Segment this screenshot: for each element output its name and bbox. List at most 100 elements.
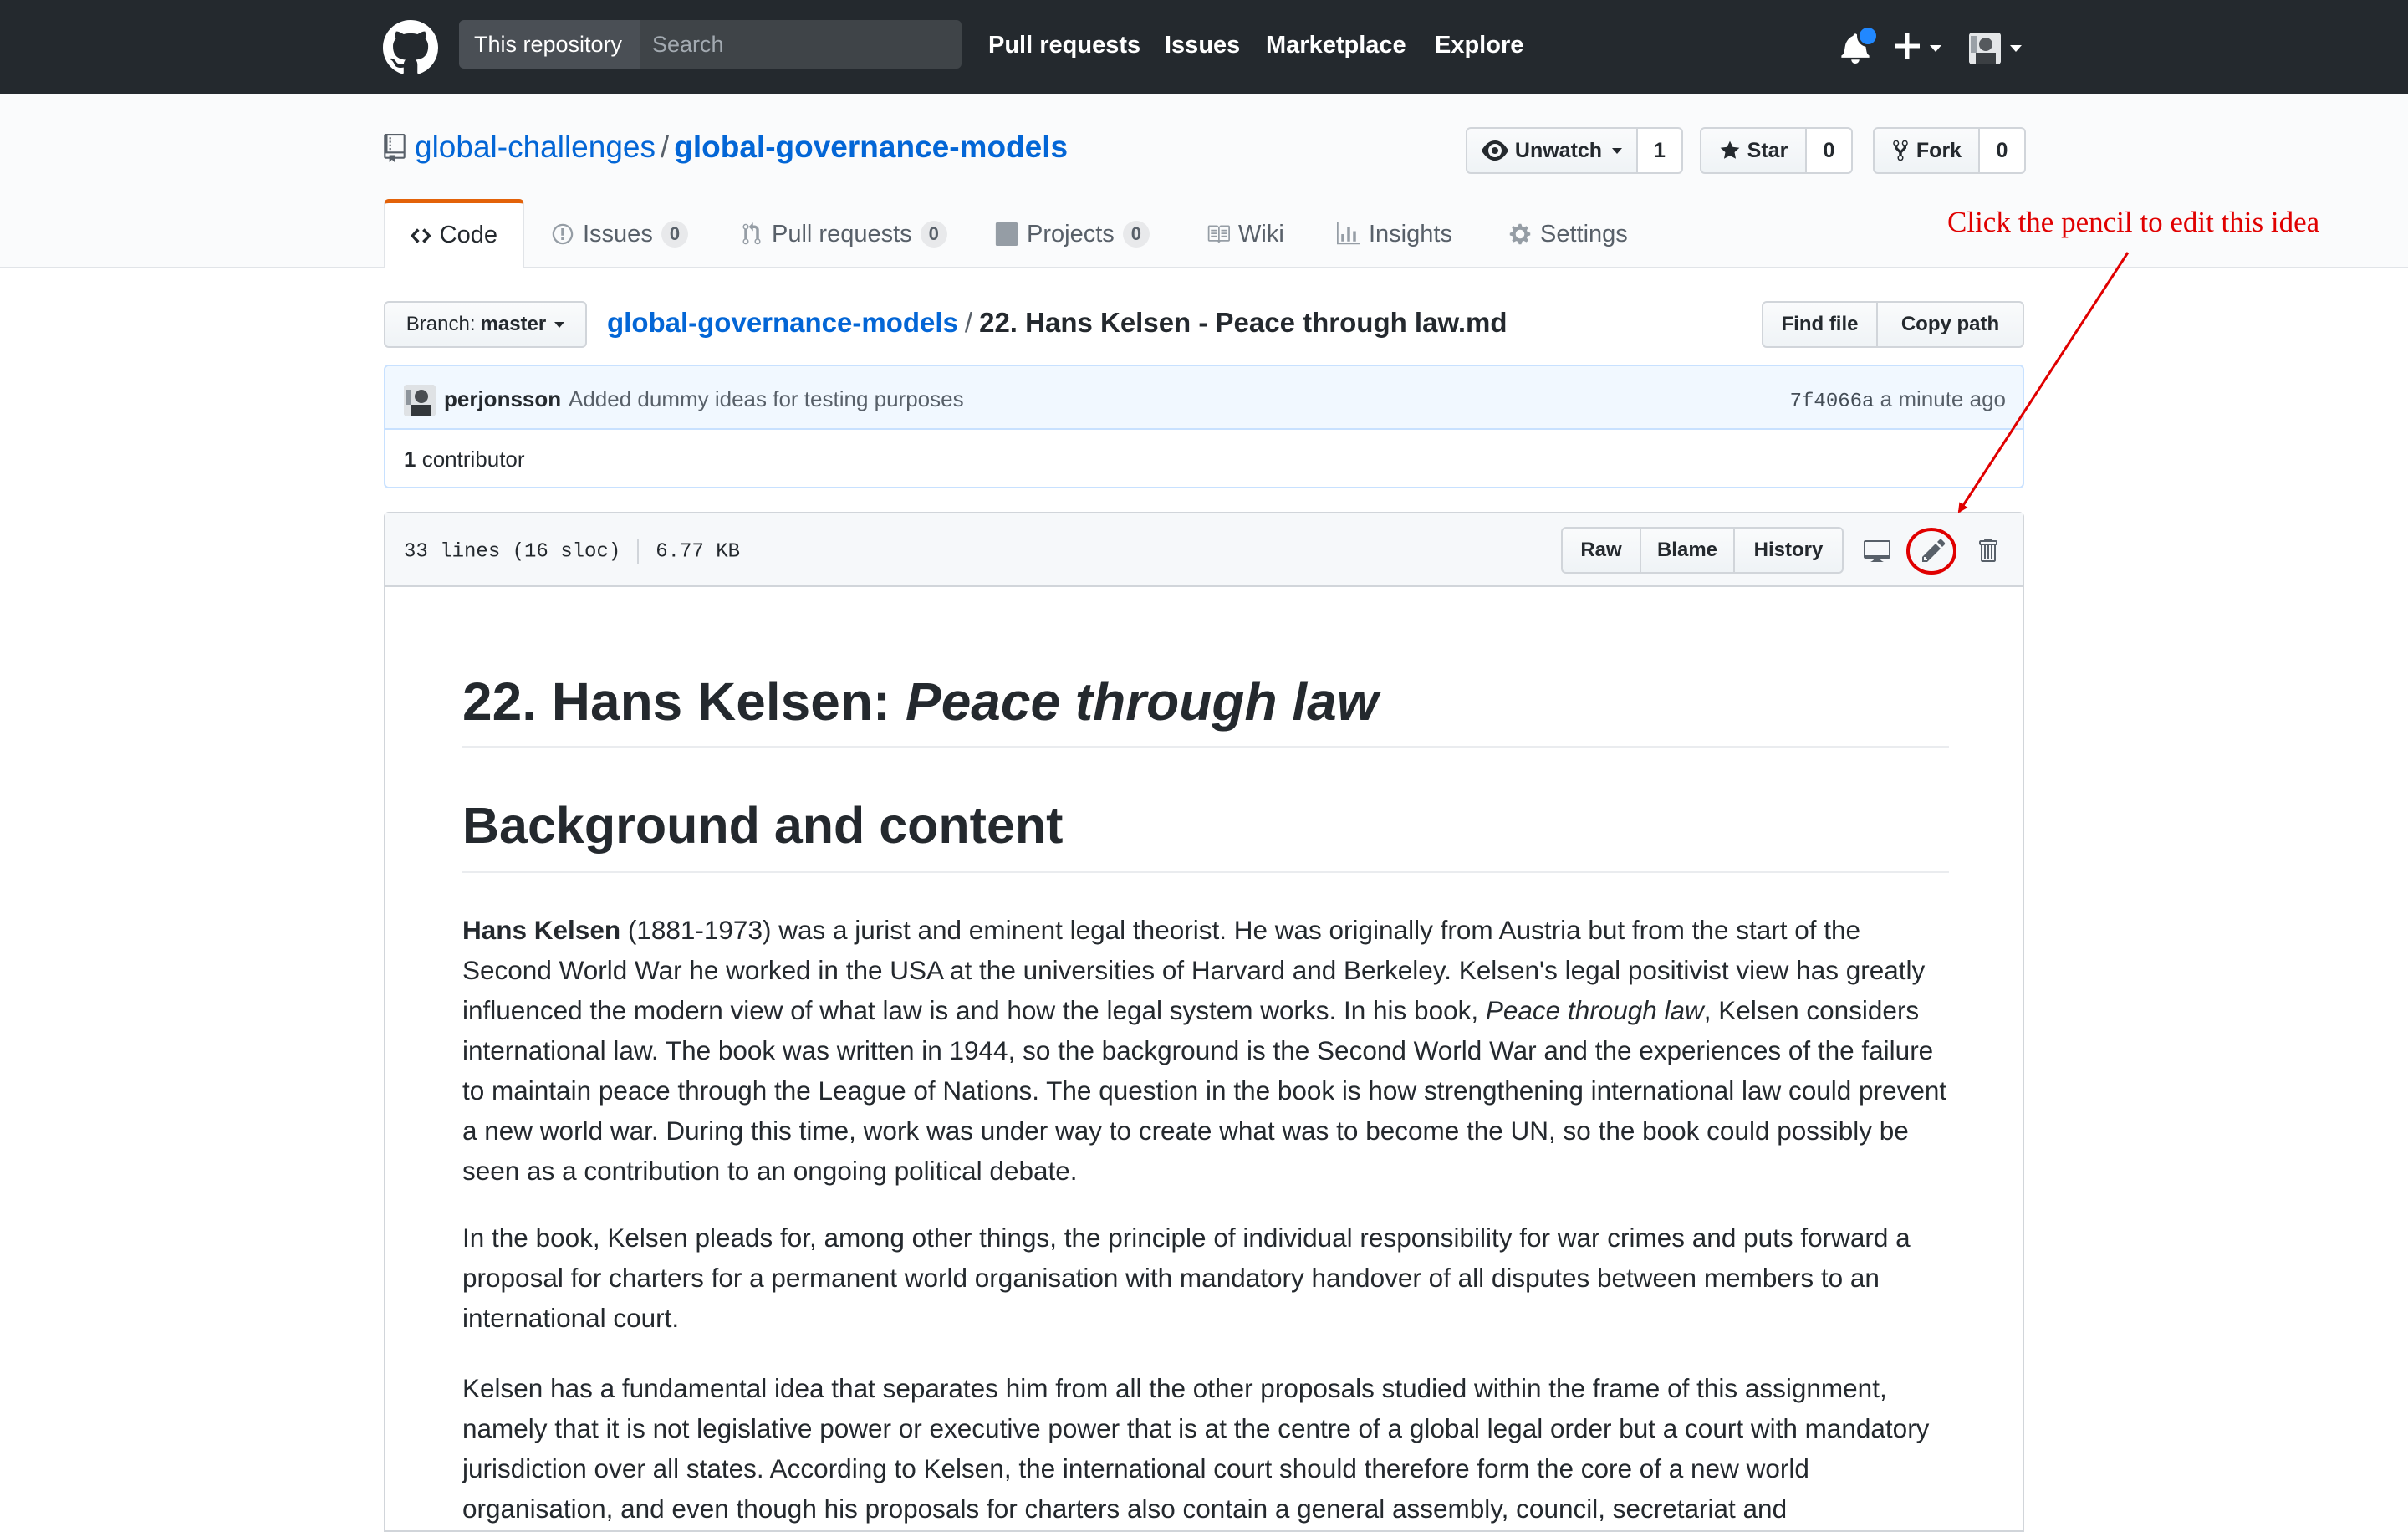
section-heading: Background and content	[462, 797, 1064, 854]
star-count[interactable]: 0	[1807, 127, 1853, 174]
chevron-down-icon	[1612, 147, 1623, 154]
file-actions: Raw Blame History	[1561, 527, 1844, 574]
plus-icon[interactable]	[1895, 33, 1920, 59]
tab-code-label: Code	[439, 222, 497, 248]
contributors-count: 1	[404, 447, 416, 472]
issues-counter: 0	[661, 221, 689, 248]
tab-pull-requests-label: Pull requests	[772, 220, 912, 248]
raw-button[interactable]: Raw	[1561, 527, 1641, 574]
paragraph-1: Hans Kelsen (1881-1973) was a jurist and…	[462, 910, 1949, 1191]
repo-owner-link[interactable]: global-challenges	[415, 130, 656, 164]
pull-request-icon	[742, 222, 761, 245]
repo-header	[0, 94, 2408, 268]
nav-explore[interactable]: Explore	[1435, 32, 1523, 59]
latest-commit-row: perjonsson Added dummy ideas for testing…	[385, 366, 2023, 430]
branch-prefix: Branch:	[406, 313, 476, 335]
tab-insights-label: Insights	[1369, 220, 1452, 248]
star-group: Star 0	[1700, 127, 1853, 174]
unwatch-label: Unwatch	[1514, 138, 1603, 162]
gear-icon	[1509, 223, 1531, 245]
readme-title-italic: Peace through law	[906, 672, 1379, 732]
tab-insights[interactable]: Insights	[1337, 201, 1452, 268]
breadcrumb: global-governance-models/22. Hans Kelsen…	[607, 307, 1508, 339]
branch-name: master	[480, 313, 547, 335]
trash-icon[interactable]	[1974, 537, 2001, 564]
file-info: 33 lines (16 sloc) 6.77 KB	[404, 539, 740, 564]
fork-button[interactable]: Fork	[1873, 127, 1980, 174]
commit-time: a minute ago	[1880, 386, 2006, 411]
breadcrumb-separator: /	[964, 307, 973, 338]
repo-title-separator: /	[660, 130, 670, 164]
paragraph-1-bold: Hans Kelsen	[462, 915, 621, 945]
avatar[interactable]	[1969, 33, 2001, 64]
fork-count[interactable]: 0	[1980, 127, 2026, 174]
chevron-down-icon[interactable]	[1930, 45, 1941, 52]
file-viewer: 33 lines (16 sloc) 6.77 KB Raw Blame Hist…	[384, 512, 2024, 1532]
repo-name-link[interactable]: global-governance-models	[674, 130, 1068, 164]
chevron-down-icon	[554, 321, 565, 328]
pulls-counter: 0	[920, 221, 947, 248]
file-size: 6.77 KB	[656, 540, 741, 564]
commit-sha-link[interactable]: 7f4066a	[1790, 391, 1875, 413]
nav-pull-requests[interactable]: Pull requests	[988, 32, 1140, 59]
pencil-icon[interactable]	[1921, 537, 1947, 564]
title-divider	[462, 746, 1949, 748]
code-icon	[411, 227, 431, 243]
desktop-icon[interactable]	[1864, 537, 1890, 564]
eye-icon	[1481, 140, 1508, 161]
top-header: This repository Search Pull requests Iss…	[0, 0, 2408, 94]
branch-select-button[interactable]: Branch: master	[384, 301, 587, 348]
header-search[interactable]: This repository Search	[459, 20, 962, 69]
unwatch-button[interactable]: Unwatch	[1466, 127, 1638, 174]
contributors-link[interactable]: 1 contributor	[404, 447, 525, 472]
file-lines: 33 lines (16 sloc)	[404, 540, 621, 564]
paragraph-3: Kelsen has a fundamental idea that separ…	[462, 1373, 1930, 1524]
commit-message-link[interactable]: Added dummy ideas for testing purposes	[569, 386, 964, 412]
avatar[interactable]	[404, 385, 436, 416]
file-header: 33 lines (16 sloc) 6.77 KB Raw Blame Hist…	[385, 513, 2023, 587]
readme-title: 22. Hans Kelsen: Peace through law	[462, 671, 1378, 733]
nav-issues[interactable]: Issues	[1165, 32, 1240, 59]
edit-hint-annotation: Click the pencil to edit this idea	[1947, 206, 2320, 238]
repo-title: global-challenges / global-governance-mode…	[415, 130, 1068, 165]
tab-wiki-label: Wiki	[1238, 220, 1284, 248]
blame-button[interactable]: Blame	[1641, 527, 1735, 574]
tab-code[interactable]: Code	[384, 199, 524, 268]
projects-counter: 0	[1122, 221, 1150, 248]
project-icon	[995, 222, 1018, 246]
issue-icon	[552, 223, 574, 245]
tab-issues[interactable]: Issues 0	[551, 201, 689, 268]
tab-settings[interactable]: Settings	[1508, 201, 1628, 268]
search-input[interactable]: Search	[640, 20, 962, 69]
commit-meta: 7f4066a a minute ago	[1790, 386, 2006, 413]
tab-settings-label: Settings	[1540, 220, 1628, 248]
star-icon	[1720, 140, 1740, 159]
watch-group: Unwatch 1	[1466, 127, 1683, 174]
section-divider	[462, 871, 1949, 873]
watch-count[interactable]: 1	[1638, 127, 1683, 174]
commit-author-link[interactable]: perjonsson	[444, 386, 561, 412]
breadcrumb-root-link[interactable]: global-governance-models	[607, 307, 958, 338]
nav-marketplace[interactable]: Marketplace	[1266, 32, 1406, 59]
contributors-label: contributor	[421, 447, 525, 472]
history-button[interactable]: History	[1735, 527, 1844, 574]
tab-pull-requests[interactable]: Pull requests 0	[740, 201, 947, 268]
repo-icon	[384, 134, 406, 162]
graph-icon	[1337, 222, 1360, 245]
readme-title-prefix: 22. Hans Kelsen:	[462, 672, 906, 732]
fork-icon	[1893, 140, 1908, 161]
notification-dot	[1857, 25, 1879, 47]
star-label: Star	[1747, 138, 1788, 162]
tab-projects[interactable]: Projects 0	[995, 201, 1150, 268]
copy-path-button[interactable]: Copy path	[1876, 301, 2024, 348]
tab-projects-label: Projects	[1027, 220, 1115, 248]
tab-wiki[interactable]: Wiki	[1207, 201, 1284, 268]
search-scope-label: This repository	[459, 20, 640, 69]
fork-group: Fork 0	[1873, 127, 2026, 174]
wiki-icon	[1207, 225, 1230, 243]
find-file-button[interactable]: Find file	[1762, 301, 1878, 348]
star-button[interactable]: Star	[1700, 127, 1807, 174]
chevron-down-icon[interactable]	[2010, 45, 2022, 52]
paragraph-1-italic: Peace through law	[1485, 995, 1704, 1025]
github-logo-icon[interactable]	[383, 20, 438, 75]
